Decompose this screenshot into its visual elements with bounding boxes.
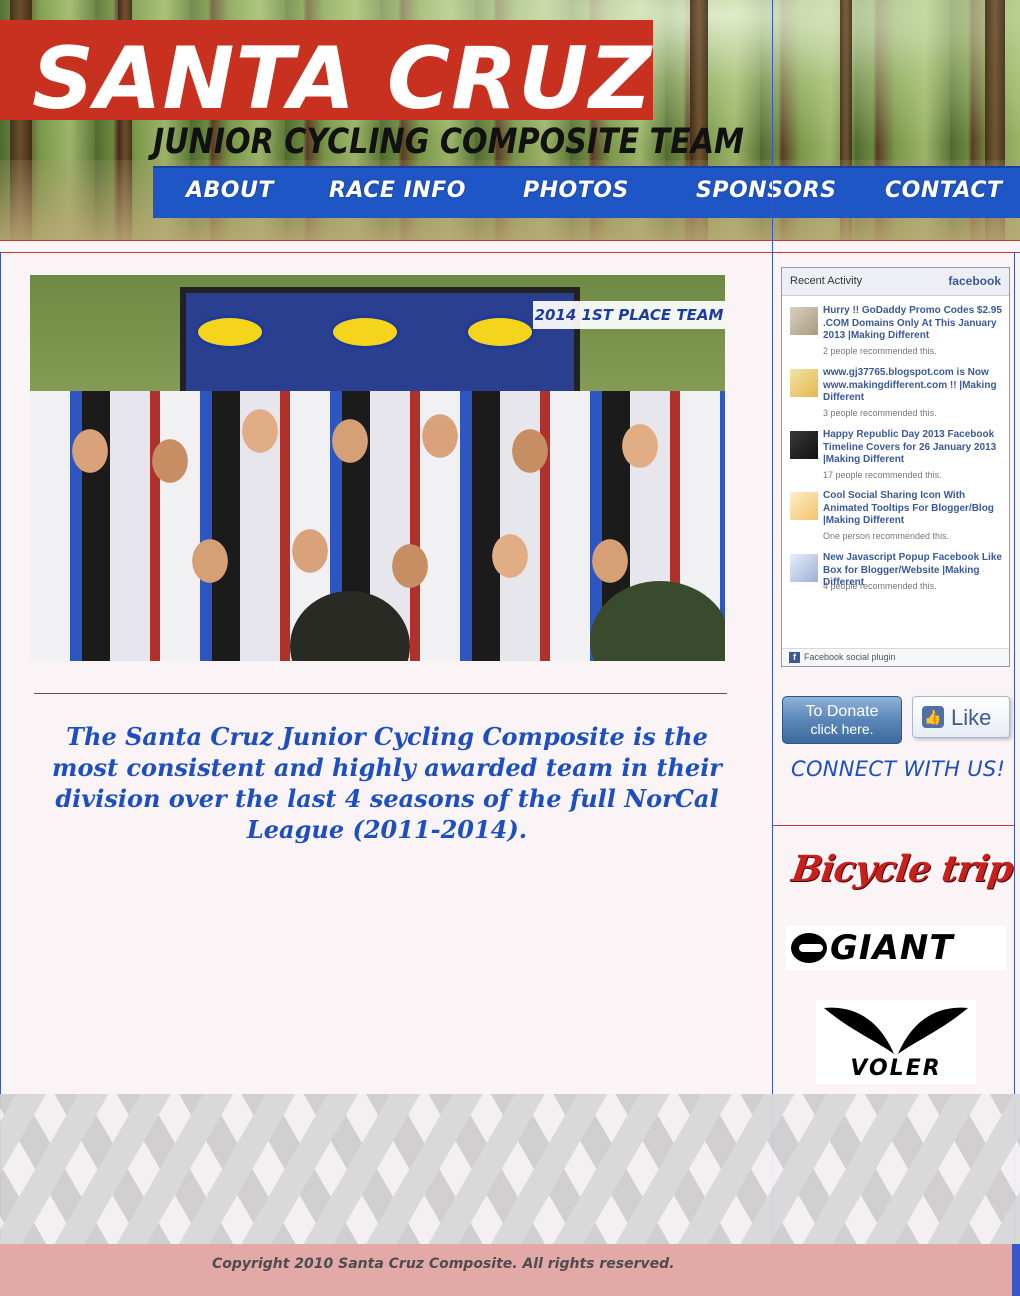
voler-wing-icon xyxy=(824,1007,968,1054)
nav-contact[interactable]: CONTACT xyxy=(885,178,1003,203)
sidebar-divider xyxy=(772,825,1014,826)
fb-item-meta: 17 people recommended this. xyxy=(823,470,942,480)
fb-activity-item[interactable]: Cool Social Sharing Icon With Animated T… xyxy=(790,490,1005,546)
fb-activity-item[interactable]: www.gj37765.blogspot.com is Now www.maki… xyxy=(790,367,1005,423)
like-label: Like xyxy=(951,705,992,730)
norcal-logo xyxy=(330,315,400,349)
header-banner: SANTA CRUZ JUNIOR CYCLING COMPOSITE TEAM… xyxy=(0,0,1020,240)
donate-label: To Donate xyxy=(805,703,879,720)
facebook-activity-widget: Recent Activity facebook Hurry !! GoDadd… xyxy=(781,267,1010,667)
voler-wordmark: VOLER xyxy=(850,1056,942,1081)
fb-widget-title: Recent Activity xyxy=(790,275,863,287)
fb-item-meta: 3 people recommended this. xyxy=(823,408,937,418)
fb-item-thumbnail xyxy=(790,431,818,459)
fb-item-link[interactable]: Cool Social Sharing Icon With Animated T… xyxy=(823,490,1005,528)
footer-accent-bar xyxy=(1012,1244,1020,1296)
bicycle-trip-logo[interactable]: Bicycle trip xyxy=(789,848,1015,890)
facebook-logo: facebook xyxy=(948,274,1001,288)
donate-button[interactable]: To Donate click here. xyxy=(782,696,902,744)
fb-item-thumbnail xyxy=(790,492,818,520)
main-nav: ABOUT RACE INFO PHOTOS SPONSORS CONTACT xyxy=(153,166,1020,218)
norcal-logo xyxy=(465,315,535,349)
header-divider xyxy=(0,240,1020,241)
content-divider xyxy=(34,693,727,694)
fb-widget-header: Recent Activity facebook xyxy=(782,268,1009,296)
site-title: SANTA CRUZ xyxy=(32,29,653,129)
team-photo: 2014 1ST PLACE TEAM xyxy=(30,275,725,661)
facebook-like-button[interactable]: 👍 Like xyxy=(912,696,1010,738)
thumbs-up-icon: 👍 xyxy=(922,706,944,728)
fb-item-thumbnail xyxy=(790,307,818,335)
nav-about[interactable]: ABOUT xyxy=(186,178,274,203)
fb-plugin-label: Facebook social plugin xyxy=(804,652,896,662)
donate-sublabel: click here. xyxy=(810,721,874,737)
giant-emblem-icon xyxy=(791,933,827,963)
giant-wordmark: GIANT xyxy=(830,928,954,968)
fb-activity-item[interactable]: Hurry !! GoDaddy Promo Codes $2.95 .COM … xyxy=(790,305,1005,361)
connect-heading: CONNECT WITH US! xyxy=(791,757,1006,781)
fb-activity-item[interactable]: Happy Republic Day 2013 Facebook Timelin… xyxy=(790,429,1005,485)
fb-item-thumbnail xyxy=(790,554,818,582)
facebook-icon: f xyxy=(789,652,800,663)
content-top-divider xyxy=(0,252,1020,253)
fb-widget-footer: f Facebook social plugin xyxy=(782,648,1009,666)
fb-item-link[interactable]: Hurry !! GoDaddy Promo Codes $2.95 .COM … xyxy=(823,305,1005,343)
fb-item-thumbnail xyxy=(790,369,818,397)
voler-logo[interactable]: VOLER xyxy=(816,1000,976,1084)
title-banner: SANTA CRUZ xyxy=(0,20,653,129)
footer: Copyright 2010 Santa Cruz Composite. All… xyxy=(0,1244,1020,1296)
tire-track-decoration xyxy=(0,1094,1020,1244)
nav-race-info[interactable]: RACE INFO xyxy=(329,178,466,203)
giant-logo[interactable]: GIANT xyxy=(786,926,1006,970)
photo-caption: 2014 1ST PLACE TEAM xyxy=(533,301,725,329)
nav-sponsors[interactable]: SPONSORS xyxy=(696,178,836,203)
fb-item-meta: 2 people recommended this. xyxy=(823,346,937,356)
copyright-text: Copyright 2010 Santa Cruz Composite. All… xyxy=(212,1256,675,1272)
fb-item-link[interactable]: www.gj37765.blogspot.com is Now www.maki… xyxy=(823,367,1005,405)
fb-activity-item[interactable]: New Javascript Popup Facebook Like Box f… xyxy=(790,552,1005,596)
fb-item-link[interactable]: Happy Republic Day 2013 Facebook Timelin… xyxy=(823,429,1005,467)
fb-item-meta: 4 people recommended this. xyxy=(823,581,937,591)
norcal-logo xyxy=(195,315,265,349)
fb-item-meta: One person recommended this. xyxy=(823,531,950,541)
nav-photos[interactable]: PHOTOS xyxy=(523,178,629,203)
site-subtitle: JUNIOR CYCLING COMPOSITE TEAM xyxy=(153,122,745,162)
mission-statement: The Santa Cruz Junior Cycling Composite … xyxy=(52,722,722,844)
